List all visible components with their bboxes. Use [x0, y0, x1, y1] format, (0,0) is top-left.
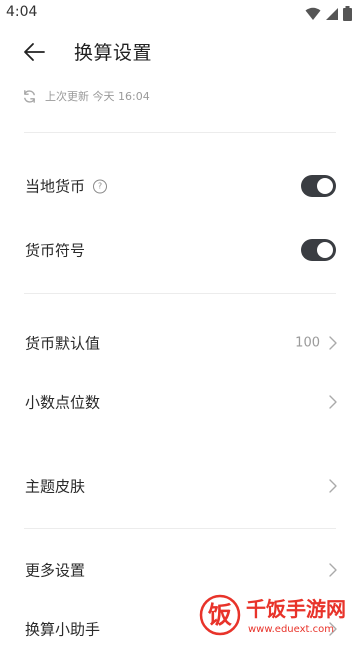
- toggle-knob: [317, 178, 333, 194]
- last-update-row[interactable]: 上次更新 今天 16:04: [22, 88, 150, 104]
- chevron-right-icon: [329, 395, 337, 409]
- setting-currency-symbol[interactable]: 货币符号: [0, 230, 360, 270]
- last-update-text: 上次更新 今天 16:04: [45, 90, 150, 103]
- default-value-label: 货币默认值: [25, 334, 101, 353]
- signal-icon: [326, 7, 338, 20]
- help-icon[interactable]: ?: [93, 179, 108, 193]
- watermark-url: www.eduext.com: [248, 624, 334, 635]
- currency-symbol-toggle[interactable]: [301, 239, 336, 261]
- chevron-right-icon: [329, 479, 337, 493]
- setting-default-value[interactable]: 货币默认值 100: [0, 323, 360, 363]
- default-value: 100: [295, 335, 320, 351]
- chevron-right-icon: [329, 336, 337, 350]
- local-currency-label: 当地货币: [25, 177, 86, 196]
- page-title: 换算设置: [74, 42, 153, 64]
- app-header: 换算设置: [0, 26, 360, 78]
- setting-decimal-places[interactable]: 小数点位数: [0, 382, 360, 422]
- currency-symbol-label: 货币符号: [25, 241, 86, 260]
- back-button[interactable]: [18, 38, 50, 66]
- assistant-label: 换算小助手: [25, 620, 101, 639]
- setting-theme-skin[interactable]: 主题皮肤: [0, 466, 360, 506]
- status-bar: 4:04: [0, 0, 360, 26]
- theme-skin-label: 主题皮肤: [25, 477, 86, 496]
- toggle-knob: [317, 242, 333, 258]
- chevron-right-icon: [329, 563, 337, 577]
- divider: [24, 293, 336, 294]
- status-time: 4:04: [6, 4, 38, 20]
- divider: [24, 132, 336, 133]
- watermark-name: 千饭手游网: [246, 597, 346, 621]
- arrow-left-icon: [24, 43, 45, 61]
- divider: [24, 528, 336, 529]
- status-icons: [305, 6, 352, 21]
- battery-icon: [343, 6, 352, 21]
- more-settings-label: 更多设置: [25, 561, 86, 580]
- refresh-icon[interactable]: [22, 89, 37, 104]
- watermark-logo-char: 饭: [208, 601, 232, 629]
- setting-local-currency[interactable]: 当地货币 ?: [0, 166, 360, 206]
- decimal-places-label: 小数点位数: [25, 393, 101, 412]
- wifi-icon: [305, 7, 321, 20]
- setting-label: 当地货币 ?: [25, 176, 108, 197]
- setting-more-settings[interactable]: 更多设置: [0, 550, 360, 590]
- local-currency-toggle[interactable]: [301, 175, 336, 197]
- watermark-logo: 饭 千饭手游网 www.eduext.com: [199, 594, 346, 636]
